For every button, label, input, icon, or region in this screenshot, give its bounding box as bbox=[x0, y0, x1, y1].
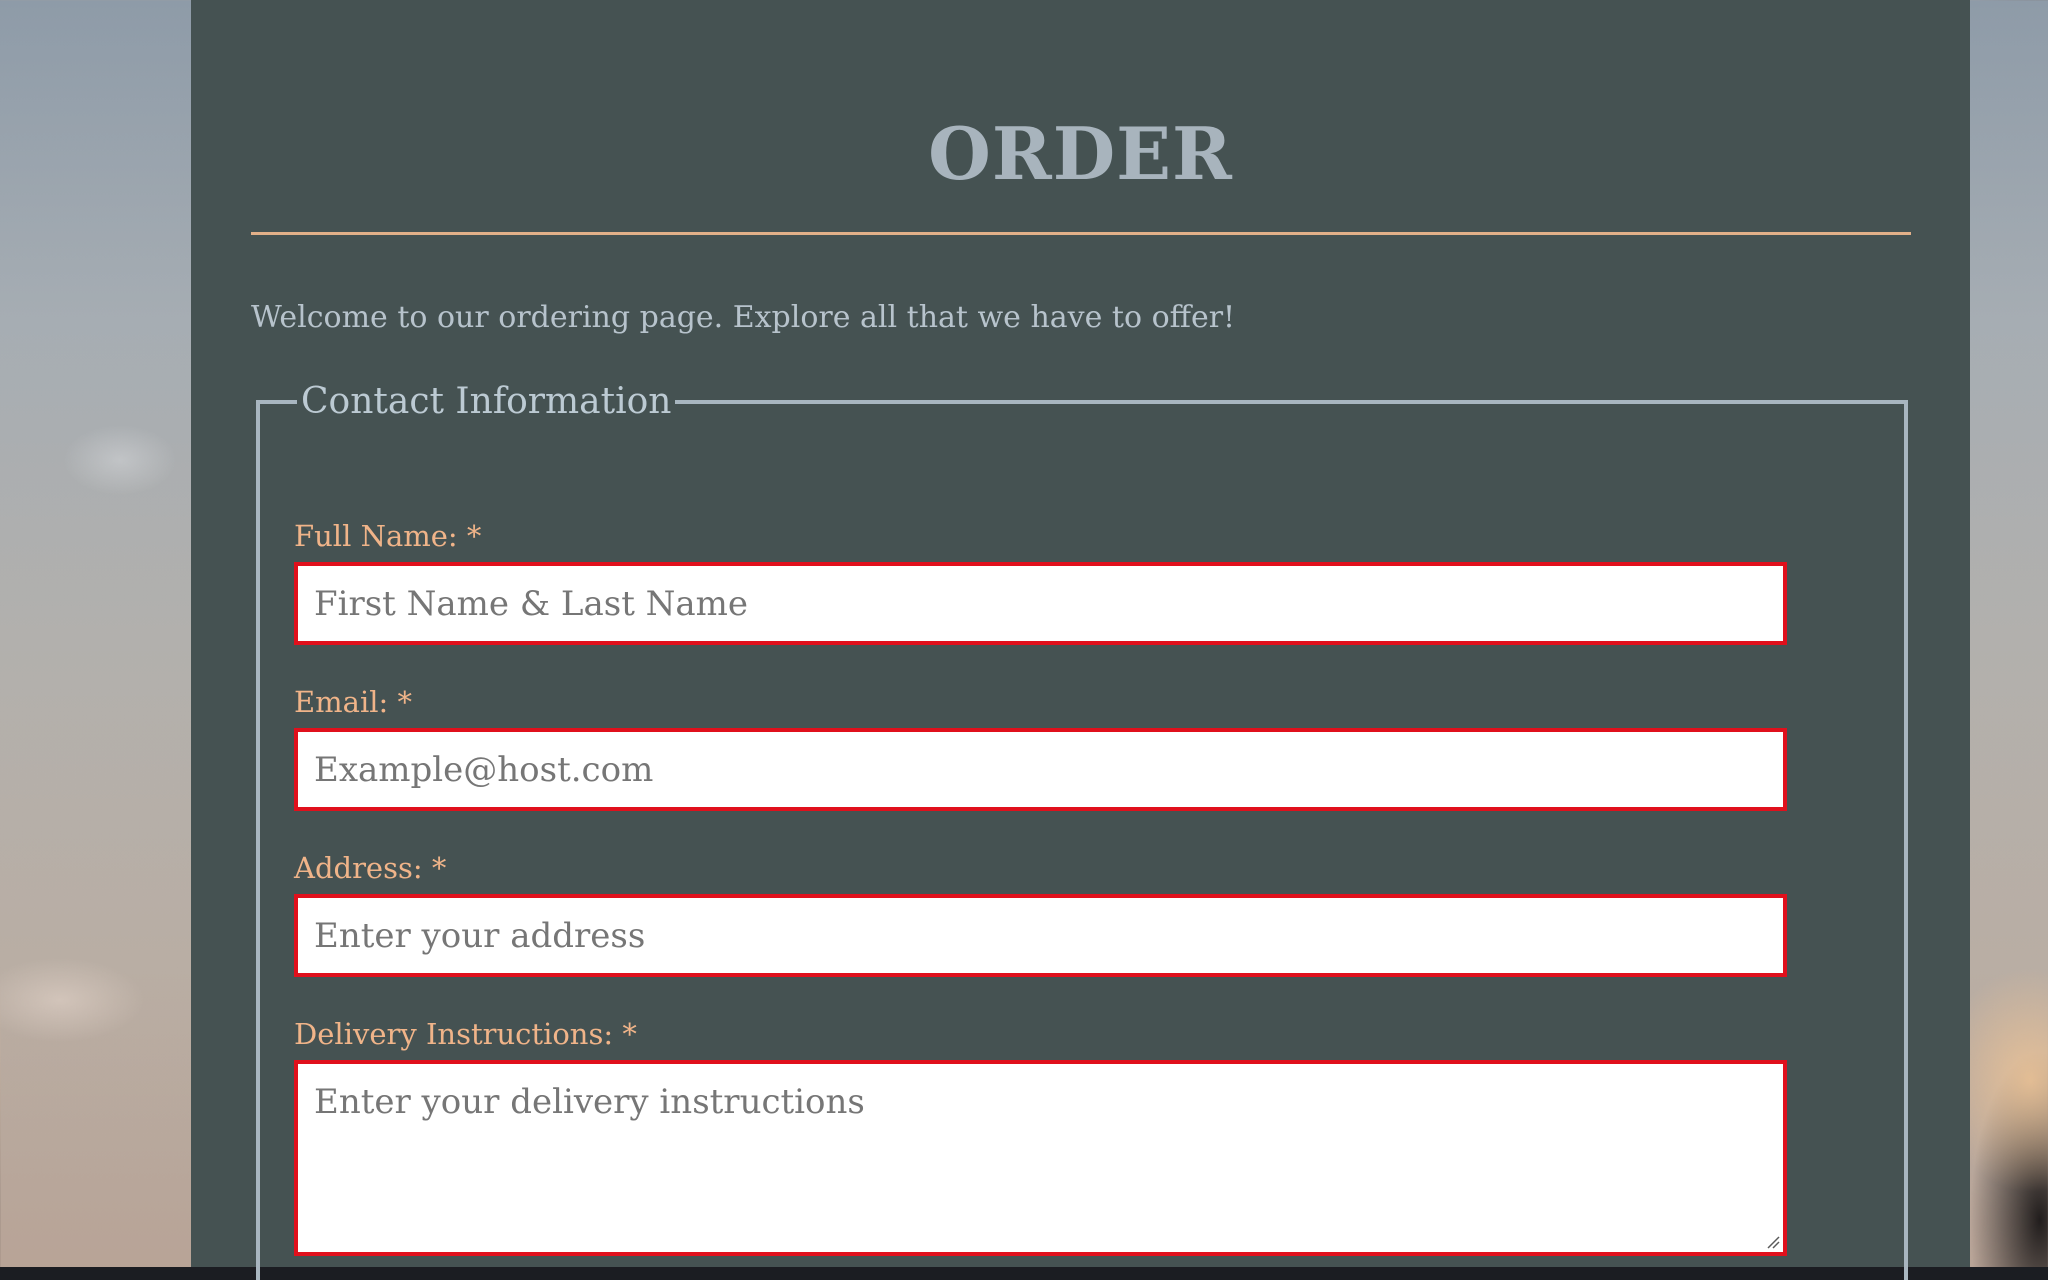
page-title: ORDER bbox=[928, 111, 1233, 196]
email-placeholder: Example@host.com bbox=[314, 749, 654, 790]
delivery-instructions-placeholder: Enter your delivery instructions bbox=[314, 1082, 865, 1122]
fieldset-legend: Contact Information bbox=[297, 380, 676, 424]
email-input[interactable]: Example@host.com bbox=[294, 728, 1787, 811]
full-name-placeholder: First Name & Last Name bbox=[314, 583, 749, 624]
address-placeholder: Enter your address bbox=[314, 915, 646, 956]
email-label: Email: * bbox=[294, 685, 412, 719]
full-name-label: Full Name: * bbox=[294, 519, 482, 553]
delivery-instructions-textarea[interactable]: Enter your delivery instructions bbox=[294, 1060, 1787, 1256]
resize-grip-icon[interactable] bbox=[1766, 1235, 1780, 1249]
welcome-text: Welcome to our ordering page. Explore al… bbox=[251, 300, 1236, 335]
delivery-instructions-label: Delivery Instructions: * bbox=[294, 1017, 637, 1051]
address-label: Address: * bbox=[294, 851, 447, 885]
order-page-panel: ORDER Welcome to our ordering page. Expl… bbox=[191, 0, 1970, 1280]
address-input[interactable]: Enter your address bbox=[294, 894, 1787, 977]
full-name-input[interactable]: First Name & Last Name bbox=[294, 562, 1787, 645]
title-divider bbox=[251, 232, 1911, 235]
